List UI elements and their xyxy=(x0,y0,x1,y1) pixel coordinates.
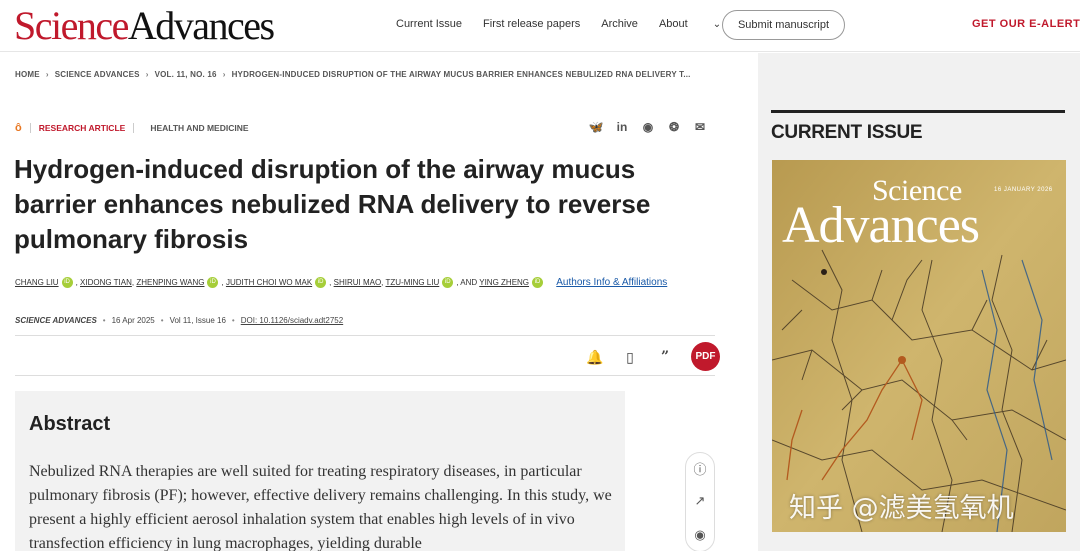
nav-first-release[interactable]: First release papers xyxy=(483,18,580,30)
nav-about-label: About xyxy=(658,18,688,30)
divider xyxy=(15,375,715,376)
orcid-icon[interactable]: iD xyxy=(315,277,327,289)
nav-archive[interactable]: Archive xyxy=(601,18,638,30)
author-link[interactable]: ZHENPING WANG xyxy=(136,278,204,287)
logo-science: Science xyxy=(14,3,129,48)
separator-dot: • xyxy=(102,316,106,325)
article-title: Hydrogen-induced disruption of the airwa… xyxy=(14,154,651,254)
breadcrumb-home[interactable]: HOME xyxy=(15,70,40,79)
author-link[interactable]: CHANG LIU xyxy=(15,278,59,287)
site-header: ScienceAdvances Current Issue First rele… xyxy=(0,0,1080,52)
chevron-right-icon: › xyxy=(222,70,226,79)
article-tags: ô RESEARCH ARTICLE HEALTH AND MEDICINE xyxy=(15,122,249,134)
pdf-icon: PDF xyxy=(695,351,716,362)
breadcrumb: HOME › SCIENCE ADVANCES › VOL. 11, NO. 16 › HY… xyxy=(15,70,691,79)
publish-date: 16 Apr 2025 xyxy=(111,316,155,325)
abstract-heading: Abstract xyxy=(29,413,111,435)
doi-link[interactable]: DOI: 10.1126/sciadv.adt2752 xyxy=(241,316,343,325)
share-bar: 🦋 in ◉ ❂ ✉ xyxy=(588,119,708,135)
article-actions: 🔔 ▯ ” PDF xyxy=(586,342,720,371)
abstract-text: Nebulized RNA therapies are well suited … xyxy=(29,463,612,551)
pdf-button[interactable]: PDF xyxy=(691,342,720,371)
orcid-icon[interactable]: iD xyxy=(61,277,73,289)
journal-name: SCIENCE ADVANCES xyxy=(15,316,97,325)
reddit-icon[interactable]: ◉ xyxy=(640,119,656,135)
chevron-right-icon: › xyxy=(45,70,49,79)
author-link[interactable]: SHIRUI MAO xyxy=(334,278,382,287)
open-access-icon: ô xyxy=(15,122,22,134)
breadcrumb-article: HYDROGEN-INDUCED DISRUPTION OF THE AIRWA… xyxy=(231,70,691,79)
breadcrumb-issue[interactable]: VOL. 11, NO. 16 xyxy=(155,70,217,79)
main-nav: Current Issue First release papers Archi… xyxy=(396,18,763,30)
author-link[interactable]: YING ZHENG xyxy=(479,278,529,287)
divider xyxy=(15,335,715,336)
email-icon[interactable]: ✉ xyxy=(692,119,708,135)
site-logo[interactable]: ScienceAdvances xyxy=(14,3,275,48)
breadcrumb-journal[interactable]: SCIENCE ADVANCES xyxy=(55,70,140,79)
orcid-icon[interactable]: iD xyxy=(442,277,454,289)
divider xyxy=(133,123,135,133)
linkedin-icon[interactable]: in xyxy=(614,119,630,135)
current-issue-heading: CURRENT ISSUE xyxy=(771,122,923,143)
bluesky-icon[interactable]: 🦋 xyxy=(588,119,604,135)
article-topic[interactable]: HEALTH AND MEDICINE xyxy=(150,123,248,133)
bookmark-icon[interactable]: ▯ xyxy=(621,348,639,366)
eye-icon[interactable]: ◉ xyxy=(686,527,714,543)
article-type: RESEARCH ARTICLE xyxy=(38,123,126,133)
info-icon[interactable]: ⓘ xyxy=(686,459,714,478)
trend-icon[interactable]: ↗ xyxy=(686,493,714,509)
nav-current-issue[interactable]: Current Issue xyxy=(396,18,462,30)
side-toolbar: ⓘ ↗ ◉ xyxy=(685,452,715,551)
separator-dot: • xyxy=(231,316,235,325)
submit-manuscript-button[interactable]: Submit manuscript xyxy=(722,10,845,40)
separator-dot: • xyxy=(160,316,164,325)
article-meta: SCIENCE ADVANCES • 16 Apr 2025 • Vol 11, Iss… xyxy=(15,316,343,325)
orcid-icon[interactable]: iD xyxy=(532,277,544,289)
chevron-down-icon: ⌄ xyxy=(712,19,722,30)
chevron-right-icon: › xyxy=(145,70,149,79)
divider xyxy=(29,123,31,133)
volume-issue: Vol 11, Issue 16 xyxy=(169,316,226,325)
cover-title-advances: Advances xyxy=(782,197,980,254)
abstract-section: Abstract Nebulized RNA therapies are wel… xyxy=(15,391,625,551)
current-issue-cover[interactable]: Science Advances 16 JANUARY 2026 xyxy=(772,160,1066,532)
bell-icon[interactable]: 🔔 xyxy=(586,348,604,366)
wechat-icon[interactable]: ❂ xyxy=(666,119,682,135)
watermark: 知乎 @滤美氢氧机 xyxy=(789,493,1014,524)
cover-date: 16 JANUARY 2026 xyxy=(994,187,1053,193)
author-link[interactable]: TZU-MING LIU xyxy=(385,278,439,287)
logo-advances: Advances xyxy=(127,3,275,48)
author-link[interactable]: XIDONG TIAN xyxy=(80,278,132,287)
author-list: CHANG LIU iD, XIDONG TIAN, ZHENPING WANG i… xyxy=(15,277,668,289)
and-word: AND xyxy=(460,278,478,287)
quote-icon[interactable]: ” xyxy=(656,348,674,366)
e-alerts-link[interactable]: GET OUR E-ALERTS xyxy=(972,18,1080,30)
section-rule xyxy=(771,110,1065,113)
author-link[interactable]: JUDITH CHOI WO MAK xyxy=(226,278,312,287)
orcid-icon[interactable]: iD xyxy=(207,277,219,289)
affiliations-link[interactable]: Authors Info & Affiliations xyxy=(556,277,667,288)
